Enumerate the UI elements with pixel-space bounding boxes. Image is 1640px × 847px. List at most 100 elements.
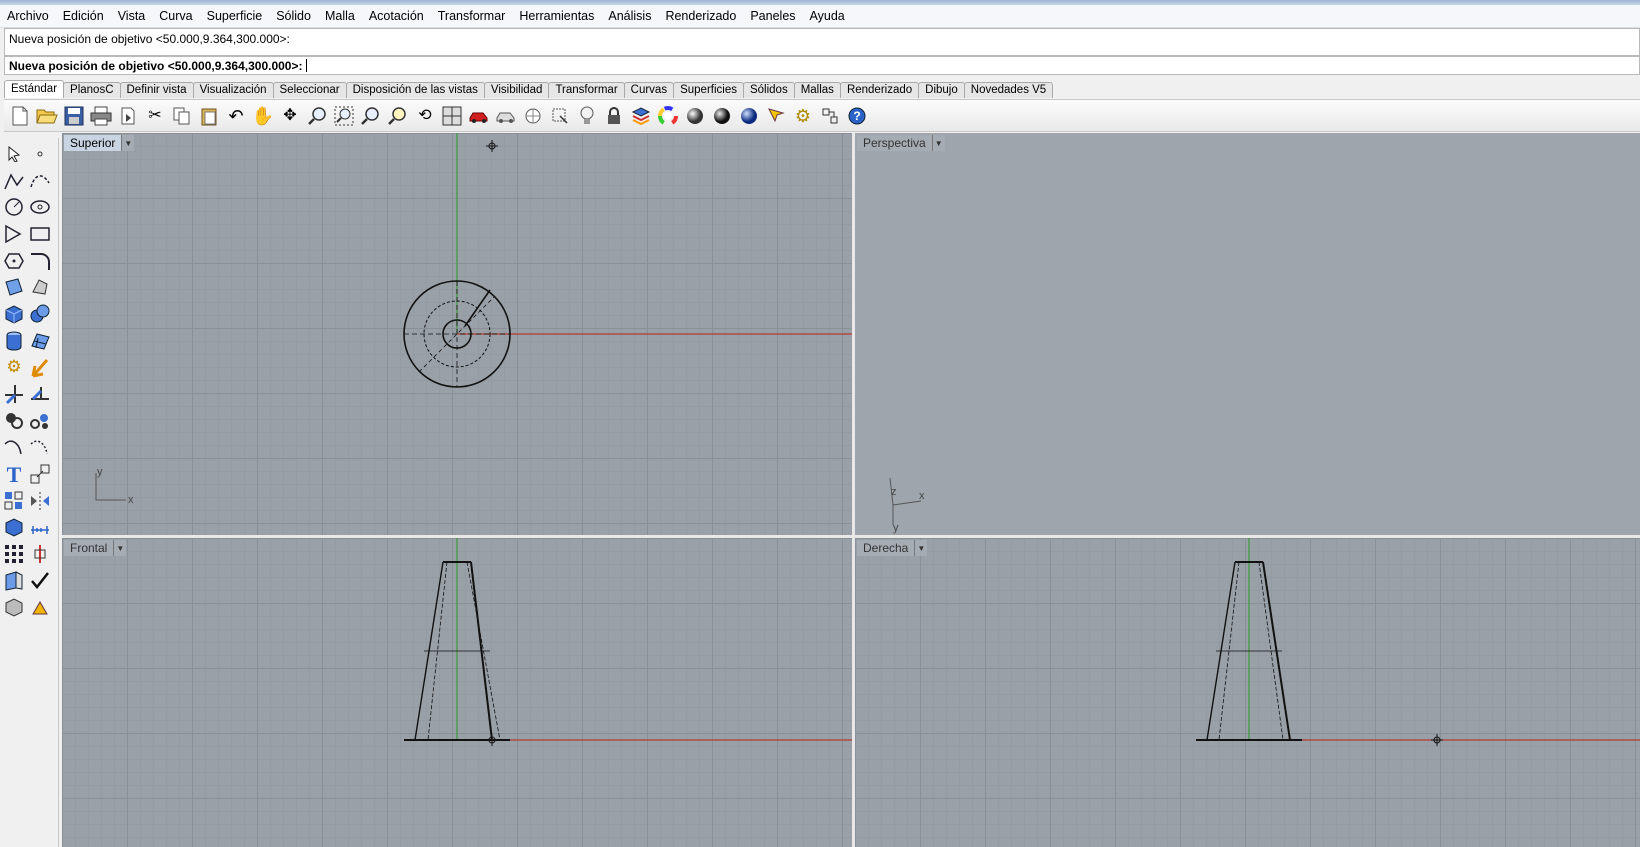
menu-curva[interactable]: Curva [152, 5, 199, 27]
dimension-icon[interactable] [28, 515, 52, 539]
viewport-right[interactable]: Derecha ▼ [855, 538, 1640, 847]
import-icon[interactable] [116, 104, 140, 128]
copy-icon[interactable] [170, 104, 194, 128]
tab-disposicion-vistas[interactable]: Disposición de las vistas [345, 82, 485, 98]
box-icon[interactable] [2, 302, 26, 326]
trim-icon[interactable] [2, 382, 26, 406]
arc-icon[interactable] [2, 222, 26, 246]
select-arrow-icon[interactable] [2, 142, 26, 166]
help-icon[interactable]: ? [845, 104, 869, 128]
color-wheel-icon[interactable] [656, 104, 680, 128]
viewport-splitter-vertical[interactable] [852, 133, 855, 847]
surface-icon[interactable] [2, 275, 26, 299]
menu-herramientas[interactable]: Herramientas [512, 5, 601, 27]
menu-analisis[interactable]: Análisis [601, 5, 658, 27]
menu-ayuda[interactable]: Ayuda [803, 5, 852, 27]
tab-superficies[interactable]: Superficies [673, 82, 744, 98]
command-line[interactable]: Nueva posición de objetivo <50.000,9.364… [4, 56, 1640, 75]
split-icon[interactable] [28, 382, 52, 406]
cut-icon[interactable]: ✂ [143, 104, 167, 128]
layer-icon[interactable] [629, 104, 653, 128]
new-icon[interactable] [8, 104, 32, 128]
undo-icon[interactable]: ↶ [224, 104, 248, 128]
menu-archivo[interactable]: Archivo [0, 5, 56, 27]
sphere-blue-icon[interactable] [737, 104, 761, 128]
explode-icon[interactable] [28, 355, 52, 379]
menu-solido[interactable]: Sólido [269, 5, 318, 27]
viewport-perspective[interactable]: z x y Perspectiva ▼ [855, 133, 1640, 535]
viewport-top[interactable]: y x Superior ▼ [62, 133, 852, 535]
project-icon[interactable] [2, 569, 26, 593]
paint-icon[interactable] [28, 595, 52, 619]
menu-vista[interactable]: Vista [111, 5, 153, 27]
tab-transformar[interactable]: Transformar [548, 82, 625, 98]
open-icon[interactable] [35, 104, 59, 128]
zoom-window-icon[interactable] [332, 104, 356, 128]
viewport-menu-dropdown-icon[interactable]: ▼ [914, 540, 927, 556]
menu-renderizado[interactable]: Renderizado [658, 5, 743, 27]
render-tools-icon[interactable]: ⚙ [2, 355, 26, 379]
viewport-front[interactable]: Frontal ▼ [62, 538, 852, 847]
zoom-extents-icon[interactable] [359, 104, 383, 128]
rotate-icon[interactable]: ⟲ [413, 104, 437, 128]
osnap-icon[interactable] [548, 104, 572, 128]
fillet-icon[interactable] [28, 249, 52, 273]
ungroup-icon[interactable] [28, 409, 52, 433]
lock-icon[interactable] [602, 104, 626, 128]
ellipse-icon[interactable] [28, 195, 52, 219]
tab-curvas[interactable]: Curvas [623, 82, 675, 98]
polygon-icon[interactable] [2, 249, 26, 273]
point-icon[interactable] [28, 142, 52, 166]
check-icon[interactable] [28, 569, 52, 593]
block-icon[interactable] [2, 515, 26, 539]
menu-paneles[interactable]: Paneles [743, 5, 802, 27]
mesh-icon[interactable] [28, 329, 52, 353]
sphere-rendered-icon[interactable] [710, 104, 734, 128]
tab-estandar[interactable]: Estándar [4, 80, 65, 98]
tab-visibilidad[interactable]: Visibilidad [483, 82, 550, 98]
viewport-title-front[interactable]: Frontal ▼ [64, 540, 127, 556]
menu-acotacion[interactable]: Acotación [362, 5, 431, 27]
print-icon[interactable] [89, 104, 113, 128]
zoom-icon[interactable] [305, 104, 329, 128]
rectangle-icon[interactable] [28, 222, 52, 246]
rotate-view-icon[interactable]: ✥ [278, 104, 302, 128]
grid-array-icon[interactable] [2, 542, 26, 566]
array-icon[interactable] [2, 489, 26, 513]
pan-icon[interactable]: ✋ [251, 104, 275, 128]
tab-renderizado[interactable]: Renderizado [839, 82, 920, 98]
viewport-layout-icon[interactable] [440, 104, 464, 128]
history-icon[interactable] [818, 104, 842, 128]
offset-icon[interactable] [28, 435, 52, 459]
analyze-icon[interactable] [28, 542, 52, 566]
viewport-menu-dropdown-icon[interactable]: ▼ [113, 540, 126, 556]
solid-union-icon[interactable] [28, 302, 52, 326]
menu-transformar[interactable]: Transformar [431, 5, 513, 27]
extend-icon[interactable] [2, 435, 26, 459]
properties-icon[interactable] [494, 104, 518, 128]
cylinder-icon[interactable] [2, 329, 26, 353]
menu-malla[interactable]: Malla [318, 5, 362, 27]
viewport-title-right[interactable]: Derecha ▼ [857, 540, 928, 556]
tab-mallas[interactable]: Mallas [793, 82, 841, 98]
menu-edicion[interactable]: Edición [56, 5, 111, 27]
tab-dibujo[interactable]: Dibujo [918, 82, 965, 98]
light-icon[interactable] [575, 104, 599, 128]
command-input[interactable] [305, 59, 910, 72]
tab-novedades-v5[interactable]: Novedades V5 [963, 82, 1054, 98]
snap-icon[interactable] [521, 104, 545, 128]
circle-icon[interactable] [2, 195, 26, 219]
scale-icon[interactable] [28, 462, 52, 486]
text-icon[interactable]: T [2, 462, 26, 486]
paste-icon[interactable] [197, 104, 221, 128]
viewport-menu-dropdown-icon[interactable]: ▼ [931, 135, 945, 151]
shade-icon[interactable] [2, 595, 26, 619]
tab-visualizacion[interactable]: Visualización [192, 82, 274, 98]
mirror-icon[interactable] [28, 489, 52, 513]
curve-icon[interactable] [28, 169, 52, 193]
select-icon[interactable] [764, 104, 788, 128]
menu-superficie[interactable]: Superficie [200, 5, 270, 27]
viewport-title-perspective[interactable]: Perspectiva ▼ [857, 135, 945, 151]
sphere-shaded-icon[interactable] [683, 104, 707, 128]
save-icon[interactable] [62, 104, 86, 128]
